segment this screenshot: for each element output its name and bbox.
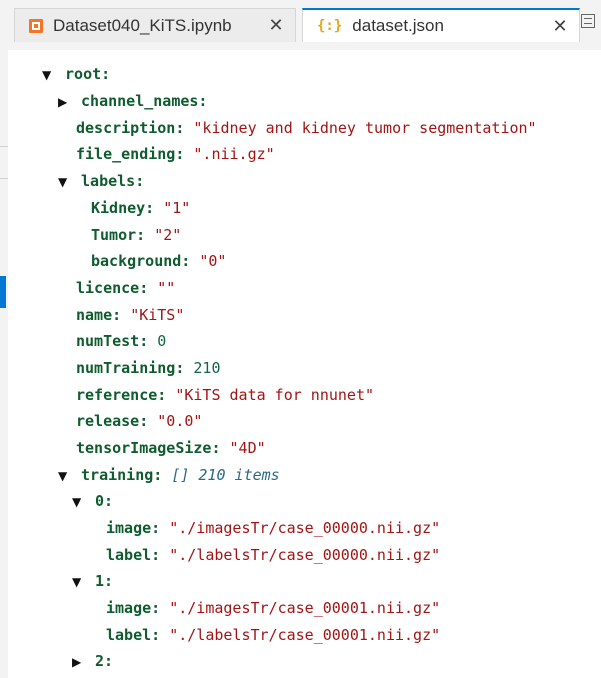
node-key: licence: [76,279,149,297]
array-meta: [] 210 items [171,466,280,484]
close-icon[interactable]: ✕ [265,15,287,36]
tree-node-reference[interactable]: reference: "KiTS data for nnunet" [8,382,601,408]
tree-node-item-0-label[interactable]: label: "./labelsTr/case_00000.nii.gz" [8,542,601,568]
node-key: labels: [81,172,145,190]
tree-node-kidney[interactable]: Kidney: "1" [8,195,601,221]
node-key: numTraining: [76,359,185,377]
tree-node-item-1-image[interactable]: image: "./imagesTr/case_00001.nii.gz" [8,595,601,621]
node-value: "" [157,279,176,297]
tree-node-numtraining[interactable]: numTraining: 210 [8,355,601,381]
node-value: 210 [193,359,221,377]
node-value: "2" [154,226,182,244]
close-icon[interactable]: ✕ [549,16,571,37]
expanded-icon[interactable]: ▼ [58,169,72,195]
panel-divider [0,146,8,147]
tree-node-item-0[interactable]: ▼ 0: [8,488,601,514]
node-value: "./imagesTr/case_00001.nii.gz" [169,599,441,617]
node-key: Tumor: [91,226,146,244]
node-key: 2: [95,652,114,670]
tree-node-description[interactable]: description: "kidney and kidney tumor se… [8,115,601,141]
tree-node-item-1[interactable]: ▼ 1: [8,568,601,594]
panel-divider [0,178,8,179]
node-key: description: [76,119,185,137]
collapsed-icon[interactable]: ▶ [58,89,72,115]
node-value: 0 [157,332,167,350]
node-value: "KiTS data for nnunet" [175,386,375,404]
tree-node-file-ending[interactable]: file_ending: ".nii.gz" [8,141,601,167]
node-key: numTest: [76,332,149,350]
collapsed-icon[interactable]: ▶ [72,649,86,675]
node-value: "4D" [229,439,266,457]
node-key: 0: [95,492,114,510]
tree-node-channel-names[interactable]: ▶ channel_names: [8,88,601,114]
node-value: "KiTS" [130,306,185,324]
node-key: 1: [95,572,114,590]
node-key: file_ending: [76,145,185,163]
node-key: label: [106,546,161,564]
node-value: "./labelsTr/case_00001.nii.gz" [169,626,441,644]
node-value: "./imagesTr/case_00000.nii.gz" [169,519,441,537]
tree-node-release[interactable]: release: "0.0" [8,408,601,434]
expanded-icon[interactable]: ▼ [72,569,86,595]
tree-node-item-0-image[interactable]: image: "./imagesTr/case_00000.nii.gz" [8,515,601,541]
tab-label: Dataset040_KiTS.ipynb [53,15,232,35]
tree-node-tensorimagesize[interactable]: tensorImageSize: "4D" [8,435,601,461]
node-value: "0.0" [157,412,203,430]
tab-dataset-json[interactable]: {:} dataset.json ✕ [302,8,580,42]
tab-label: dataset.json [352,16,444,35]
node-key: tensorImageSize: [76,439,221,457]
node-value: "kidney and kidney tumor segmentation" [193,119,537,137]
tree-node-name[interactable]: name: "KiTS" [8,302,601,328]
tree-node-root[interactable]: ▼ root: [8,61,601,87]
node-key: channel_names: [81,92,208,110]
tree-node-training[interactable]: ▼ training: [] 210 items [8,462,601,488]
tab-notebook[interactable]: Dataset040_KiTS.ipynb ✕ [14,8,296,42]
node-key: release: [76,412,149,430]
expanded-icon[interactable]: ▼ [42,62,56,88]
selection-indicator [0,276,6,308]
node-value: "0" [199,252,227,270]
json-icon: {:} [317,18,343,34]
tree-node-background[interactable]: background: "0" [8,248,601,274]
node-value: ".nii.gz" [193,145,275,163]
notebook-icon [29,18,43,33]
expanded-icon[interactable]: ▼ [72,489,86,515]
node-key: image: [106,599,161,617]
tree-node-labels[interactable]: ▼ labels: [8,168,601,194]
node-key: training: [81,466,163,484]
node-value: "./labelsTr/case_00000.nii.gz" [169,546,441,564]
tree-node-item-1-label[interactable]: label: "./labelsTr/case_00001.nii.gz" [8,622,601,648]
tab-list-menu-icon[interactable] [581,14,595,28]
node-key: label: [106,626,161,644]
json-tree-viewer: ▼ root: ▶ channel_names: description: "k… [8,50,601,678]
node-key: background: [91,252,191,270]
tree-node-tumor[interactable]: Tumor: "2" [8,222,601,248]
node-value: "1" [163,199,191,217]
tree-node-item-2[interactable]: ▶ 2: [8,648,601,674]
tree-node-licence[interactable]: licence: "" [8,275,601,301]
node-key: root: [65,65,111,83]
tab-bar: Dataset040_KiTS.ipynb ✕ {:} dataset.json… [8,0,601,51]
node-key: reference: [76,386,167,404]
node-key: image: [106,519,161,537]
expanded-icon[interactable]: ▼ [58,463,72,489]
node-key: name: [76,306,122,324]
node-key: Kidney: [91,199,155,217]
tree-node-numtest[interactable]: numTest: 0 [8,328,601,354]
